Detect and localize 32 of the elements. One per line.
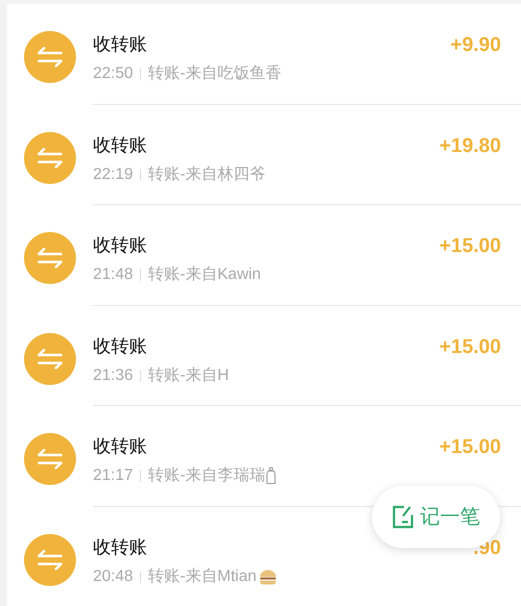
transaction-time: 22:19 bbox=[93, 164, 134, 184]
burger-emoji-icon bbox=[258, 568, 276, 584]
transaction-time: 21:36 bbox=[93, 366, 134, 386]
transfer-icon bbox=[24, 534, 76, 586]
transaction-title: 收转账 bbox=[93, 334, 148, 356]
transaction-note: 转账-来自林四爷 bbox=[148, 164, 266, 184]
bottle-emoji-icon bbox=[266, 467, 276, 485]
transaction-time: 21:48 bbox=[93, 265, 134, 285]
transaction-note: 转账-来自Mtian bbox=[148, 566, 256, 586]
transaction-note: 转账-来自Kawin bbox=[148, 265, 261, 285]
transaction-amount: +19.80 bbox=[439, 134, 501, 158]
transfer-icon bbox=[24, 332, 76, 384]
transaction-note: 转账-来自李瑞瑞 bbox=[148, 466, 266, 486]
transaction-title: 收转账 bbox=[93, 134, 148, 156]
transaction-amount: +9.90 bbox=[450, 33, 501, 58]
transaction-time: 20:48 bbox=[93, 566, 134, 586]
transfer-icon bbox=[24, 31, 76, 83]
transaction-amount: +15.00 bbox=[439, 234, 501, 259]
edit-icon bbox=[392, 505, 414, 529]
transfer-icon bbox=[24, 433, 76, 485]
transaction-time: 22:50 bbox=[93, 64, 134, 84]
transfer-icon bbox=[24, 132, 76, 184]
transaction-title: 收转账 bbox=[93, 536, 148, 558]
transaction-title: 收转账 bbox=[93, 435, 148, 457]
transaction-amount: +15.00 bbox=[439, 435, 501, 460]
transaction-title: 收转账 bbox=[93, 234, 148, 256]
transfer-icon bbox=[24, 232, 76, 284]
transaction-time: 21:17 bbox=[93, 466, 134, 486]
transaction-note: 转账-来自吃饭鱼香 bbox=[148, 64, 282, 84]
transaction-title: 收转账 bbox=[93, 33, 148, 55]
transaction-note: 转账-来自H bbox=[148, 366, 229, 386]
transaction-amount: +15.00 bbox=[439, 334, 501, 360]
